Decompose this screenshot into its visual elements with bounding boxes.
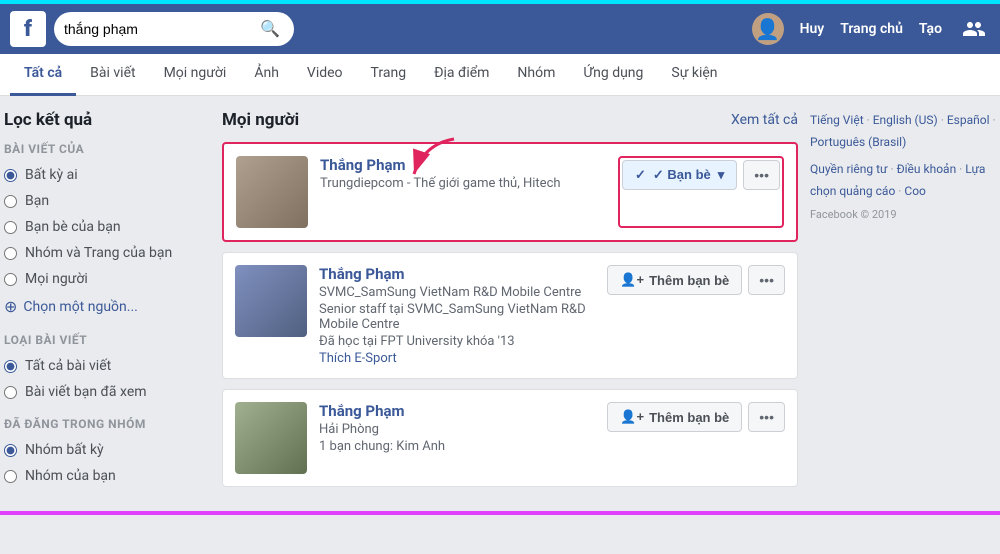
tab-groups[interactable]: Nhóm (503, 53, 569, 96)
see-all-link[interactable]: Xem tất cả (731, 112, 798, 128)
person-sub-2: SVMC_SamSung VietNam R&D Mobile Centre (319, 285, 595, 300)
person-info-2: Thắng Phạm SVMC_SamSung VietNam R&D Mobi… (319, 265, 595, 366)
person-sub-3: Hải Phòng (319, 422, 595, 437)
home-link[interactable]: Trang chủ (840, 21, 903, 37)
right-sidebar: Tiếng Việt · English (US) · Español · Po… (810, 110, 1000, 497)
checkmark-icon: ✓ (635, 167, 646, 183)
main-layout: Lọc kết quả BÀI VIẾT CỦA Bất kỳ ai Bạn B… (0, 96, 1000, 511)
more-button-2[interactable]: ••• (748, 265, 785, 295)
filter-title: Lọc kết quả (0, 110, 210, 130)
filter-ban-be-cua-ban[interactable]: Bạn bè của bạn (0, 214, 210, 240)
search-input[interactable] (64, 21, 256, 37)
add-friend-icon-3: 👤+ (620, 409, 644, 425)
privacy-link[interactable]: Quyền riêng tư (810, 162, 887, 176)
filter-section-nhom: ĐÃ ĐĂNG TRONG NHÓM (0, 417, 210, 431)
left-sidebar: Lọc kết quả BÀI VIẾT CỦA Bất kỳ ai Bạn B… (0, 110, 210, 497)
person-avatar-2 (235, 265, 307, 337)
person-avatar-1 (236, 156, 308, 228)
person-avatar-3 (235, 402, 307, 474)
person-info-1: Thắng Phạm Trungdiepcom - Thế giới game … (320, 156, 606, 228)
tab-all[interactable]: Tất cả (10, 53, 76, 96)
center-content: Mọi người Xem tất cả Thắng (222, 110, 798, 497)
person-name-3[interactable]: Thắng Phạm (319, 402, 595, 420)
ban-be-button-1[interactable]: ✓ ✓ Bạn bè ▾ (622, 160, 737, 190)
filter-moi-nguoi[interactable]: Mọi người (0, 266, 210, 292)
filter-nhom-bat-ky[interactable]: Nhóm bất kỳ (0, 437, 210, 463)
filter-section-loai-bai-viet: LOẠI BÀI VIẾT (0, 333, 210, 347)
section-header: Mọi người Xem tất cả (222, 110, 798, 130)
terms-link[interactable]: Điều khoản (897, 162, 957, 176)
filter-bai-viet-da-xem[interactable]: Bài viết bạn đã xem (0, 379, 210, 405)
tab-pages[interactable]: Trang (357, 53, 421, 96)
create-link[interactable]: Tạo (919, 21, 942, 37)
people-icon[interactable] (958, 13, 990, 45)
tab-places[interactable]: Địa điểm (420, 53, 503, 96)
user-name[interactable]: Huy (800, 21, 825, 37)
filter-chon-nguon[interactable]: ⊕ Chọn một nguồn... (0, 292, 210, 321)
search-button[interactable]: 🔍 (256, 19, 284, 39)
filter-nhom-cua-ban[interactable]: Nhóm của bạn (0, 463, 210, 489)
more-button-3[interactable]: ••• (748, 402, 785, 432)
person-actions-1: ✓ ✓ Bạn bè ▾ ••• (618, 156, 784, 228)
person-actions-2: 👤+ Thêm bạn bè ••• (607, 265, 785, 366)
footer-policy-links: Quyền riêng tư · Điều khoản · Lựa chọn q… (810, 159, 1000, 202)
person-name-1[interactable]: Thắng Phạm (320, 156, 606, 174)
filter-tat-ca-bai-viet[interactable]: Tất cả bài viết (0, 353, 210, 379)
lang-english[interactable]: English (US) (873, 113, 938, 127)
add-friend-icon-2: 👤+ (620, 272, 644, 288)
person-detail-2: Senior staff tại SVMC_SamSung VietNam R&… (319, 302, 595, 332)
person-detail-3: 1 bạn chung: Kim Anh (319, 439, 595, 454)
more-button-1[interactable]: ••• (743, 160, 780, 190)
person-info-3: Thắng Phạm Hải Phòng 1 bạn chung: Kim An… (319, 402, 595, 474)
tab-apps[interactable]: Ứng dụng (569, 53, 657, 96)
tab-people[interactable]: Mọi người (150, 53, 241, 96)
sub-navigation: Tất cả Bài viết Mọi người Ảnh Video Tran… (0, 54, 1000, 96)
person-name-2[interactable]: Thắng Phạm (319, 265, 595, 283)
lang-portugues[interactable]: Português (Brasil) (810, 135, 906, 149)
them-ban-be-button-2[interactable]: 👤+ Thêm bạn bè (607, 265, 742, 295)
person-interest-2[interactable]: Thích E-Sport (319, 351, 595, 366)
chevron-down-icon: ▾ (718, 167, 725, 183)
footer-language-links: Tiếng Việt · English (US) · Español · Po… (810, 110, 1000, 153)
lang-espanol[interactable]: Español (947, 113, 990, 127)
copyright: Facebook © 2019 (810, 208, 1000, 221)
nav-right: 👤 Huy Trang chủ Tạo (752, 13, 990, 45)
person-card-3: Thắng Phạm Hải Phòng 1 bạn chung: Kim An… (222, 389, 798, 487)
person-actions-3: 👤+ Thêm bạn bè ••• (607, 402, 785, 474)
them-ban-be-button-3[interactable]: 👤+ Thêm bạn bè (607, 402, 742, 432)
filter-bat-ky-ai[interactable]: Bất kỳ ai (0, 162, 210, 188)
filter-ban[interactable]: Bạn (0, 188, 210, 214)
tab-video[interactable]: Video (293, 53, 357, 96)
lang-tieng-viet[interactable]: Tiếng Việt (810, 113, 864, 127)
tab-posts[interactable]: Bài viết (76, 53, 149, 96)
filter-section-bai-viet-cua: BÀI VIẾT CỦA (0, 142, 210, 156)
top-navigation: f 🔍 👤 Huy Trang chủ Tạo (0, 4, 1000, 54)
avatar[interactable]: 👤 (752, 13, 784, 45)
person-card-2: Thắng Phạm SVMC_SamSung VietNam R&D Mobi… (222, 252, 798, 379)
filter-nhom-va-trang[interactable]: Nhóm và Trang của bạn (0, 240, 210, 266)
cookies-link[interactable]: Coo (904, 184, 926, 198)
person-sub-1: Trungdiepcom - Thế giới game thủ, Hitech (320, 176, 606, 191)
plus-icon: ⊕ (4, 297, 17, 316)
person-card-1: Thắng Phạm Trungdiepcom - Thế giới game … (222, 142, 798, 242)
tab-photos[interactable]: Ảnh (240, 53, 293, 96)
section-title: Mọi người (222, 110, 299, 130)
person-detail2-2: Đã học tại FPT University khóa '13 (319, 334, 595, 349)
facebook-logo[interactable]: f (10, 11, 46, 47)
search-bar: 🔍 (54, 12, 294, 46)
tab-events[interactable]: Sự kiện (657, 53, 731, 96)
